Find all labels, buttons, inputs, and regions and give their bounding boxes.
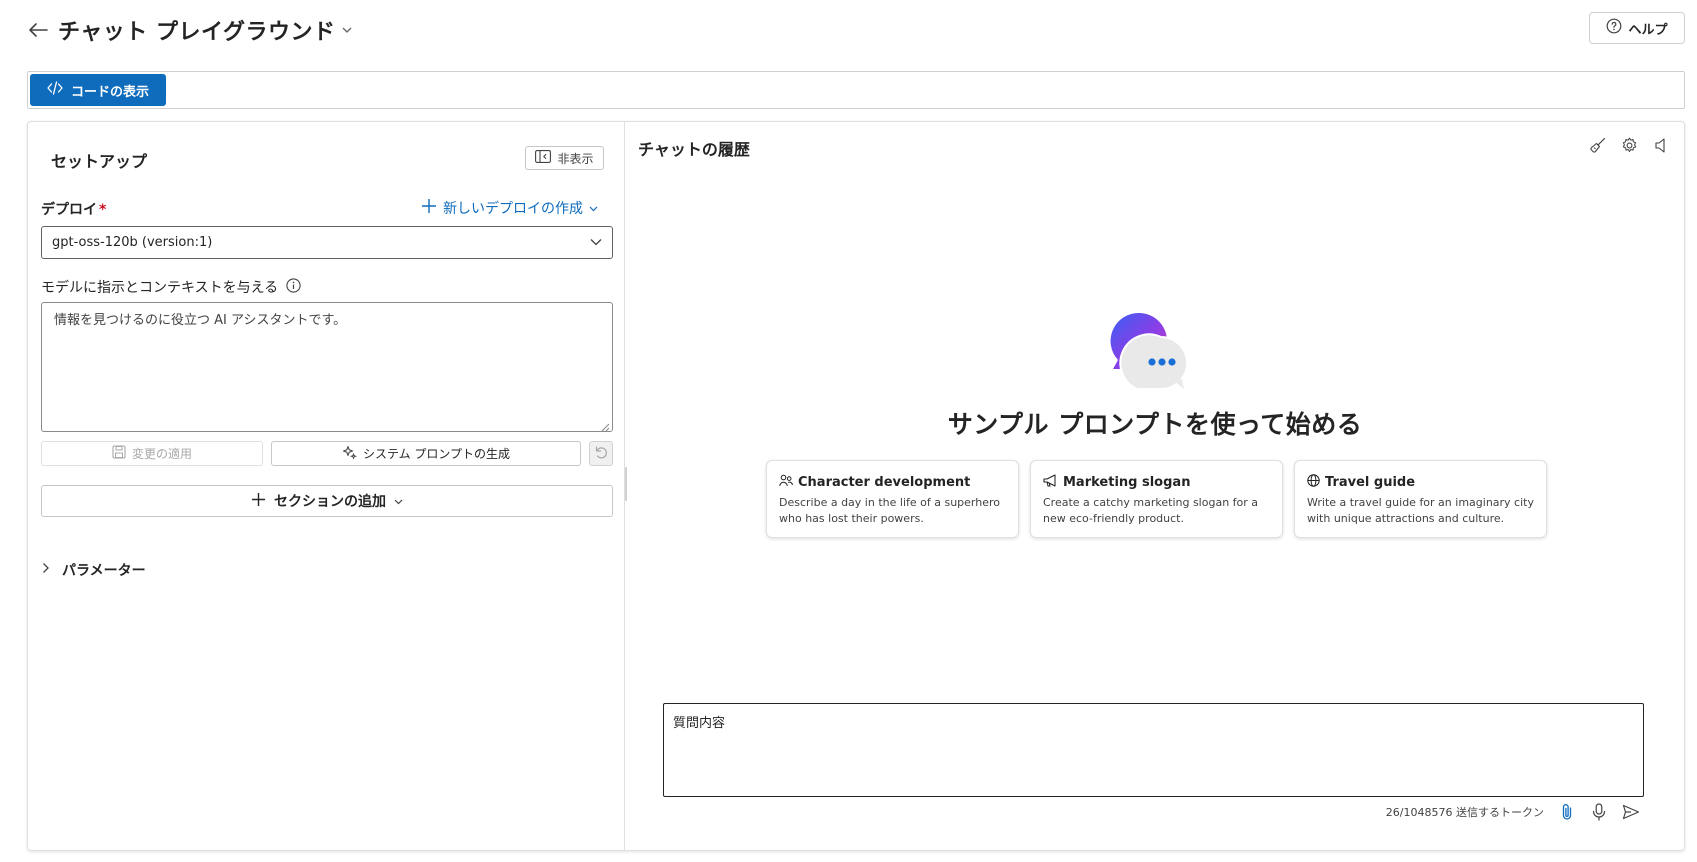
chat-pane: チャットの履歴 サンプル プロンプトを使って始める Character deve… [626,122,1684,850]
hide-setup-button[interactable]: 非表示 [525,146,604,170]
chevron-down-icon[interactable] [342,24,354,36]
generate-label: システム プロンプトの生成 [362,447,511,461]
apply-changes-button[interactable]: 変更の適用 [41,441,263,466]
broom-icon[interactable] [1588,136,1606,154]
deploy-label: デプロイ * [41,199,106,219]
setup-title: セットアップ [51,152,148,171]
microphone-icon[interactable] [1590,803,1608,821]
sample-prompt-cards: Character development Describe a day in … [766,460,1547,538]
paperclip-icon[interactable] [1558,803,1576,821]
generate-system-prompt-button[interactable]: システム プロンプトの生成 [271,441,581,466]
help-button[interactable]: ヘルプ [1589,12,1685,44]
chat-bubbles-icon [1109,311,1191,391]
hero-title: サンプル プロンプトを使って始める [947,410,1363,439]
instructions-label: モデルに指示とコンテキストを与える [41,277,301,297]
chat-tools [1588,136,1670,154]
hide-label: 非表示 [557,151,594,166]
chat-input[interactable]: 質問内容 [663,703,1644,797]
panel-collapse-icon [535,150,552,166]
main-panel: セットアップ 非表示 デプロイ * 新しいデプロイの作成 gpt-oss-120b… [27,121,1685,851]
toolbar: コードの表示 [27,71,1685,109]
people-icon [779,474,793,491]
gear-icon[interactable] [1620,136,1638,154]
sample-card-travel[interactable]: Travel guide Write a travel guide for an… [1294,460,1547,538]
card-title: Character development [798,475,971,490]
page-title: チャット プレイグラウンド [58,20,336,45]
token-count: 26/1048576 送信するトークン [1385,806,1544,819]
card-title: Marketing slogan [1063,475,1191,490]
new-deploy-label: 新しいデプロイの作成 [443,201,583,217]
chevron-right-icon [42,562,50,578]
page-header: チャット プレイグラウンド [28,14,354,46]
card-header: Character development [779,474,1006,491]
new-deploy-link[interactable]: 新しいデプロイの作成 [421,198,598,218]
plus-icon [421,198,437,218]
instructions-value: 情報を見つけるのに役立つ AI アシスタントです。 [54,313,347,328]
card-title: Travel guide [1325,475,1416,490]
chevron-down-icon [589,200,598,216]
parameters-toggle[interactable]: パラメーター [42,560,146,580]
megaphone-icon [1043,474,1058,491]
chevron-down-icon [394,493,403,509]
parameters-label: パラメーター [62,563,146,579]
chat-title: チャットの履歴 [638,140,750,159]
add-section-label: セクションの追加 [274,494,386,510]
deploy-dropdown[interactable]: gpt-oss-120b (version:1) [41,226,613,259]
sample-card-marketing[interactable]: Marketing slogan Create a catchy marketi… [1030,460,1283,538]
chevron-down-icon [590,235,602,250]
send-icon[interactable] [1622,803,1640,821]
card-description: Create a catchy marketing slogan for a n… [1043,496,1259,525]
info-icon[interactable] [286,277,301,297]
chat-input-placeholder: 質問内容 [673,716,726,731]
card-description: Write a travel guide for an imaginary ci… [1307,496,1534,525]
card-description: Describe a day in the life of a superher… [779,496,1000,525]
instructions-label-text: モデルに指示とコンテキストを与える [41,280,279,296]
back-arrow-icon[interactable] [28,19,50,41]
sparkle-icon [342,445,357,463]
view-code-button[interactable]: コードの表示 [30,74,166,106]
undo-icon [594,445,608,463]
save-icon [112,445,126,462]
globe-icon [1307,474,1320,491]
apply-label: 変更の適用 [131,447,192,461]
deploy-value: gpt-oss-120b (version:1) [52,235,213,250]
plus-icon [251,492,266,511]
input-footer: 26/1048576 送信するトークン [1386,803,1640,821]
card-header: Marketing slogan [1043,474,1270,491]
speaker-icon[interactable] [1652,136,1670,154]
sample-card-character[interactable]: Character development Describe a day in … [766,460,1019,538]
view-code-label: コードの表示 [70,84,149,100]
setup-pane: セットアップ 非表示 デプロイ * 新しいデプロイの作成 gpt-oss-120b… [28,122,625,850]
card-header: Travel guide [1307,474,1534,491]
undo-button[interactable] [589,441,613,466]
instructions-textarea[interactable]: 情報を見つけるのに役立つ AI アシスタントです。 [41,302,613,432]
deploy-label-text: デプロイ [41,202,97,218]
question-circle-icon [1606,18,1622,38]
code-icon [47,81,63,99]
add-section-button[interactable]: セクションの追加 [41,485,613,517]
required-mark: * [99,202,107,218]
resize-grip-icon[interactable] [601,420,610,432]
help-label: ヘルプ [1628,22,1668,38]
